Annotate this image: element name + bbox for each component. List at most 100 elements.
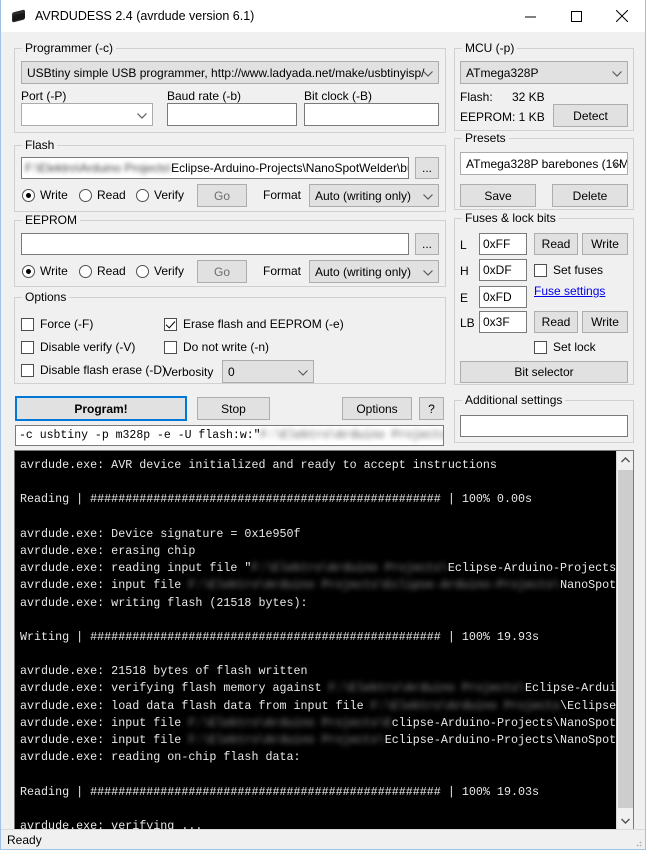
- console-line: avrdude.exe: reading on-chip flash data:: [20, 750, 301, 765]
- console-line-text: avrdude.exe: input file: [20, 578, 189, 593]
- option-force[interactable]: Force (-F): [21, 317, 93, 331]
- eeprom-browse-button[interactable]: ...: [415, 233, 439, 255]
- eeprom-legend: EEPROM: [22, 213, 81, 227]
- port-select[interactable]: [21, 103, 153, 126]
- chevron-down-icon: [298, 369, 308, 376]
- window-title: AVRDUDESS 2.4 (avrdude version 6.1): [35, 8, 255, 23]
- radio-indicator: [136, 264, 149, 278]
- window-controls: [507, 0, 645, 32]
- presets-select[interactable]: ATmega328P barebones (16M: [460, 152, 628, 175]
- option-do-not-write[interactable]: Do not write (-n): [164, 340, 269, 354]
- checkbox-indicator: [534, 263, 547, 277]
- radio-indicator: [79, 264, 92, 278]
- resize-grip-icon: [632, 836, 642, 847]
- eeprom-format-value: Auto (writing only): [315, 264, 412, 279]
- fuse-l-write-button[interactable]: Write: [582, 233, 628, 255]
- checkbox-indicator: [164, 340, 177, 354]
- eeprom-file-input[interactable]: [21, 233, 409, 255]
- fuse-e-label: E: [460, 291, 469, 305]
- program-button[interactable]: Program!: [15, 396, 187, 421]
- radio-indicator: [22, 264, 35, 278]
- fuse-e-value: 0xFD: [483, 290, 512, 304]
- fuse-h-value: 0xDF: [483, 263, 512, 277]
- fuse-l-input[interactable]: 0xFF: [479, 233, 527, 255]
- console-line: avrdude.exe: input file F:\Elektro\Ardui…: [20, 577, 617, 594]
- bit-selector-button[interactable]: Bit selector: [460, 361, 628, 383]
- checkbox-indicator: [21, 363, 34, 377]
- additional-settings-input[interactable]: [460, 415, 628, 437]
- flash-go-button[interactable]: Go: [197, 184, 247, 207]
- console-line-redacted: F:\Elektro\Arduino Projects\: [251, 561, 448, 576]
- flash-mode-write[interactable]: Write: [22, 188, 68, 202]
- eeprom-format-select[interactable]: Auto (writing only): [309, 260, 439, 283]
- detect-button[interactable]: Detect: [553, 104, 628, 127]
- eeprom-mode-verify[interactable]: Verify: [136, 264, 184, 278]
- verbosity-select[interactable]: 0: [222, 360, 314, 383]
- console-line: avrdude.exe: 21518 bytes of flash writte…: [20, 664, 308, 679]
- options-button[interactable]: Options: [342, 397, 412, 420]
- set-lock-checkbox[interactable]: Set lock: [534, 340, 596, 354]
- console-line: avrdude.exe: input file F:\Elektro\Ardui…: [20, 715, 617, 732]
- flash-format-select[interactable]: Auto (writing only): [309, 184, 439, 207]
- option-do-not-write-label: Do not write (-n): [183, 340, 270, 354]
- additional-settings-legend: Additional settings: [462, 393, 566, 407]
- command-line-prefix: -c usbtiny -p m328p -e -U flash:w:": [19, 429, 261, 442]
- programmer-select-value: USBtiny simple USB programmer, http://ww…: [27, 65, 425, 80]
- option-erase-flash-eeprom[interactable]: Erase flash and EEPROM (-e): [164, 317, 344, 331]
- scrollbar-thumb[interactable]: [618, 470, 633, 808]
- bit-clock-input[interactable]: [304, 103, 439, 126]
- flash-mode-verify[interactable]: Verify: [136, 188, 184, 202]
- fuse-e-input[interactable]: 0xFD: [479, 286, 527, 308]
- flash-file-input[interactable]: F:\Elektro\Arduino Projects\ Eclipse-Ardu…: [21, 157, 409, 179]
- flash-browse-button[interactable]: ...: [415, 157, 439, 179]
- fuse-h-input[interactable]: 0xDF: [479, 259, 527, 281]
- presets-legend: Presets: [462, 131, 509, 145]
- flash-format-label: Format: [263, 188, 302, 202]
- maximize-icon[interactable]: [553, 0, 599, 32]
- fuse-settings-link[interactable]: Fuse settings: [534, 284, 605, 298]
- option-erase-flash-eeprom-label: Erase flash and EEPROM (-e): [183, 317, 344, 331]
- programmer-select[interactable]: USBtiny simple USB programmer, http://ww…: [21, 61, 439, 84]
- console-scrollbar[interactable]: [616, 451, 633, 829]
- scroll-up-icon[interactable]: [617, 451, 633, 468]
- avrdudess-window: AVRDUDESS 2.4 (avrdude version 6.1) Prog…: [0, 0, 646, 850]
- mcu-select[interactable]: ATmega328P: [460, 61, 628, 84]
- stop-button[interactable]: Stop: [197, 397, 270, 420]
- eeprom-mode-write[interactable]: Write: [22, 264, 68, 278]
- flash-mode-read[interactable]: Read: [79, 188, 126, 202]
- set-fuses-checkbox[interactable]: Set fuses: [534, 263, 603, 277]
- console-line: avrdude.exe: input file F:\Elektro\Ardui…: [20, 732, 617, 749]
- scroll-down-icon[interactable]: [617, 812, 633, 829]
- flash-legend: Flash: [22, 138, 58, 152]
- console-line-text: Eclipse-Arduino-Projects\NanoSpotWelde: [447, 561, 617, 576]
- console-text: avrdude.exe: AVR device initialized and …: [15, 451, 617, 829]
- close-icon[interactable]: [599, 0, 645, 32]
- status-bar: Ready: [1, 829, 645, 849]
- option-disable-verify[interactable]: Disable verify (-V): [21, 340, 135, 354]
- eeprom-mode-read[interactable]: Read: [79, 264, 126, 278]
- fuse-lb-input[interactable]: 0x3F: [479, 311, 527, 333]
- radio-indicator: [22, 188, 35, 202]
- lock-write-button[interactable]: Write: [582, 311, 628, 333]
- baud-rate-input[interactable]: [167, 103, 297, 126]
- eeprom-go-button[interactable]: Go: [197, 260, 247, 283]
- fuse-l-read-button[interactable]: Read: [534, 233, 578, 255]
- console-line-redacted: F:\Elektro\Arduino Projects\: [188, 733, 385, 747]
- console-line-text: avrdude.exe: load data flash data from i…: [20, 698, 371, 713]
- lock-read-button[interactable]: Read: [534, 311, 578, 333]
- console-line: avrdude.exe: verifying ...: [20, 818, 203, 829]
- preset-delete-button[interactable]: Delete: [552, 184, 628, 207]
- minimize-icon[interactable]: [507, 0, 553, 32]
- checkbox-indicator: [534, 340, 547, 354]
- checkbox-indicator: [164, 317, 177, 331]
- preset-save-button[interactable]: Save: [460, 184, 536, 207]
- command-line-input[interactable]: -c usbtiny -p m328p -e -U flash:w:" F:\El…: [15, 425, 444, 446]
- console-line-text: avrdude.exe: input file: [20, 733, 189, 747]
- help-button[interactable]: ?: [419, 397, 444, 420]
- option-disable-flash-erase[interactable]: Disable flash erase (-D): [21, 363, 166, 377]
- chevron-down-icon: [423, 269, 433, 276]
- set-lock-label: Set lock: [553, 340, 596, 354]
